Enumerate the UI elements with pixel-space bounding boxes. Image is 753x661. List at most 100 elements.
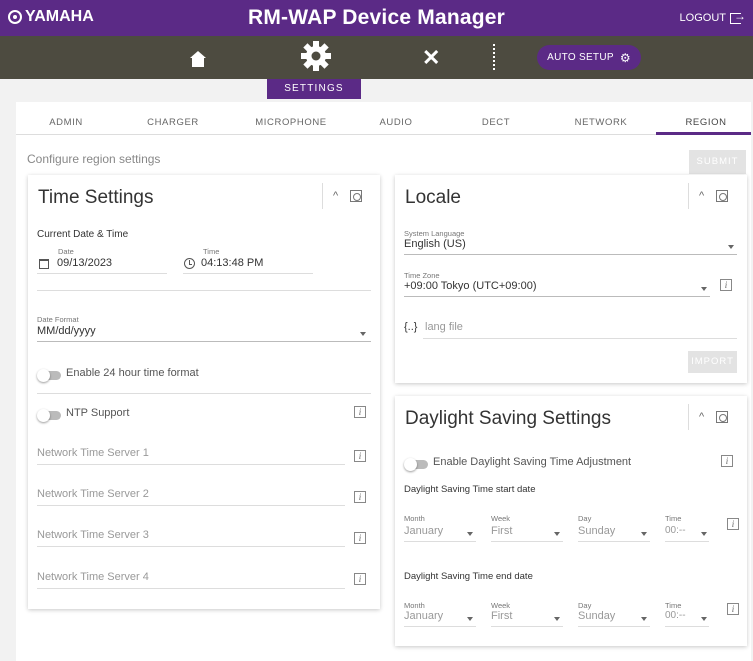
time-zone-label: Time Zone bbox=[404, 271, 440, 280]
info-icon[interactable]: i bbox=[354, 573, 366, 585]
clock-icon bbox=[184, 258, 195, 269]
collapse-icon[interactable]: ^ bbox=[699, 411, 704, 423]
current-datetime-heading: Current Date & Time bbox=[37, 229, 129, 240]
refresh-icon[interactable] bbox=[716, 190, 729, 202]
dst-enable-toggle[interactable] bbox=[404, 457, 428, 471]
region-tabs: ADMIN CHARGER MICROPHONE AUDIO DECT NETW… bbox=[16, 102, 751, 135]
tab-admin[interactable]: ADMIN bbox=[21, 117, 111, 128]
collapse-icon[interactable]: ^ bbox=[699, 190, 704, 202]
date-label: Date bbox=[58, 247, 74, 256]
daylight-saving-panel: Daylight Saving Settings ^ Enable Daylig… bbox=[395, 396, 747, 646]
time-settings-panel: Time Settings ^ Current Date & Time Date… bbox=[28, 175, 380, 609]
panel-title: Daylight Saving Settings bbox=[405, 408, 611, 429]
ntp-server-2-input[interactable]: Network Time Server 2 bbox=[37, 488, 149, 500]
logout-icon bbox=[730, 9, 746, 24]
tools-icon[interactable]: ✕ bbox=[422, 45, 440, 71]
import-button[interactable]: IMPORT bbox=[688, 351, 737, 373]
chevron-down-icon[interactable] bbox=[554, 532, 560, 536]
info-icon[interactable]: i bbox=[721, 455, 733, 467]
logout-button[interactable]: LOGOUT bbox=[679, 9, 746, 25]
info-icon[interactable]: i bbox=[354, 491, 366, 503]
chevron-down-icon[interactable] bbox=[554, 617, 560, 621]
calendar-icon bbox=[39, 259, 49, 269]
lang-file-input[interactable]: lang file bbox=[425, 321, 463, 333]
ntp-server-1-input[interactable]: Network Time Server 1 bbox=[37, 447, 149, 459]
start-time-select[interactable]: 00:-- bbox=[665, 525, 686, 536]
info-icon[interactable]: i bbox=[354, 532, 366, 544]
info-icon[interactable]: i bbox=[727, 518, 739, 530]
ntp-server-3-input[interactable]: Network Time Server 3 bbox=[37, 529, 149, 541]
chevron-down-icon[interactable] bbox=[701, 532, 707, 536]
dst-enable-label: Enable Daylight Saving Time Adjustment bbox=[433, 456, 632, 468]
chevron-down-icon[interactable] bbox=[728, 245, 734, 249]
end-time-select[interactable]: 00:-- bbox=[665, 610, 686, 621]
time-value[interactable]: 04:13:48 PM bbox=[201, 257, 263, 269]
enable-24h-toggle[interactable] bbox=[37, 368, 61, 382]
dst-start-heading: Daylight Saving Time start date bbox=[404, 484, 536, 495]
panel-controls: ^ bbox=[688, 404, 729, 430]
tab-charger[interactable]: CHARGER bbox=[128, 117, 218, 128]
end-day-select[interactable]: Sunday bbox=[578, 610, 615, 622]
chevron-down-icon[interactable] bbox=[701, 617, 707, 621]
locale-panel: Locale ^ System Language English (US) Ti… bbox=[395, 175, 747, 383]
month-label: Month bbox=[404, 514, 425, 523]
submit-button[interactable]: SUBMIT bbox=[689, 150, 746, 174]
tab-microphone[interactable]: MICROPHONE bbox=[241, 117, 341, 128]
nav-divider bbox=[493, 44, 496, 70]
date-value[interactable]: 09/13/2023 bbox=[57, 257, 112, 269]
info-icon[interactable]: i bbox=[354, 450, 366, 462]
panel-title: Time Settings bbox=[38, 187, 154, 208]
top-bar: YAMAHA RM-WAP Device Manager LOGOUT bbox=[0, 0, 753, 36]
start-week-select[interactable]: First bbox=[491, 525, 512, 537]
auto-setup-button[interactable]: AUTO SETUP ⚙ bbox=[537, 45, 641, 70]
week-label: Week bbox=[491, 514, 511, 523]
date-format-value[interactable]: MM/dd/yyyy bbox=[37, 325, 96, 337]
tab-audio[interactable]: AUDIO bbox=[366, 117, 426, 128]
info-icon[interactable]: i bbox=[720, 279, 732, 291]
chevron-down-icon[interactable] bbox=[641, 532, 647, 536]
day-label: Day bbox=[578, 601, 592, 610]
date-format-label: Date Format bbox=[37, 315, 79, 324]
chevron-down-icon[interactable] bbox=[467, 617, 473, 621]
enable-24h-label: Enable 24 hour time format bbox=[66, 367, 199, 379]
settings-section-label: SETTINGS bbox=[267, 79, 361, 99]
content-area: ADMIN CHARGER MICROPHONE AUDIO DECT NETW… bbox=[16, 102, 751, 661]
chevron-down-icon[interactable] bbox=[641, 617, 647, 621]
dst-end-heading: Daylight Saving Time end date bbox=[404, 571, 533, 582]
tab-network[interactable]: NETWORK bbox=[556, 117, 646, 128]
start-day-select[interactable]: Sunday bbox=[578, 525, 615, 537]
panel-controls: ^ bbox=[688, 183, 729, 209]
settings-gear-icon[interactable] bbox=[300, 40, 332, 72]
chevron-down-icon[interactable] bbox=[467, 532, 473, 536]
collapse-icon[interactable]: ^ bbox=[333, 190, 338, 202]
time-zone-select[interactable]: +09:00 Tokyo (UTC+09:00) bbox=[404, 280, 536, 292]
refresh-icon[interactable] bbox=[350, 190, 363, 202]
ntp-toggle[interactable] bbox=[37, 408, 61, 422]
end-month-select[interactable]: January bbox=[404, 610, 443, 622]
app-title: RM-WAP Device Manager bbox=[247, 6, 506, 29]
active-tab-indicator bbox=[656, 132, 751, 135]
tab-region[interactable]: REGION bbox=[661, 117, 751, 128]
end-week-select[interactable]: First bbox=[491, 610, 512, 622]
file-braces-icon: {..} bbox=[404, 321, 418, 333]
auto-setup-label: AUTO SETUP bbox=[547, 52, 614, 63]
chevron-down-icon[interactable] bbox=[701, 287, 707, 291]
day-label: Day bbox=[578, 514, 592, 523]
chevron-down-icon[interactable] bbox=[360, 332, 366, 336]
page-caption: Configure region settings bbox=[27, 152, 161, 166]
panel-controls: ^ bbox=[322, 183, 363, 209]
gear-icon: ⚙ bbox=[619, 50, 631, 65]
month-label: Month bbox=[404, 601, 425, 610]
home-icon[interactable] bbox=[190, 51, 206, 67]
refresh-icon[interactable] bbox=[716, 411, 729, 423]
system-language-select[interactable]: English (US) bbox=[404, 238, 466, 250]
logout-label: LOGOUT bbox=[679, 12, 726, 24]
ntp-label: NTP Support bbox=[66, 407, 130, 419]
info-icon[interactable]: i bbox=[354, 406, 366, 418]
week-label: Week bbox=[491, 601, 511, 610]
ntp-server-4-input[interactable]: Network Time Server 4 bbox=[37, 571, 149, 583]
info-icon[interactable]: i bbox=[727, 603, 739, 615]
start-month-select[interactable]: January bbox=[404, 525, 443, 537]
time-label: Time bbox=[665, 601, 682, 610]
tab-dect[interactable]: DECT bbox=[466, 117, 526, 128]
